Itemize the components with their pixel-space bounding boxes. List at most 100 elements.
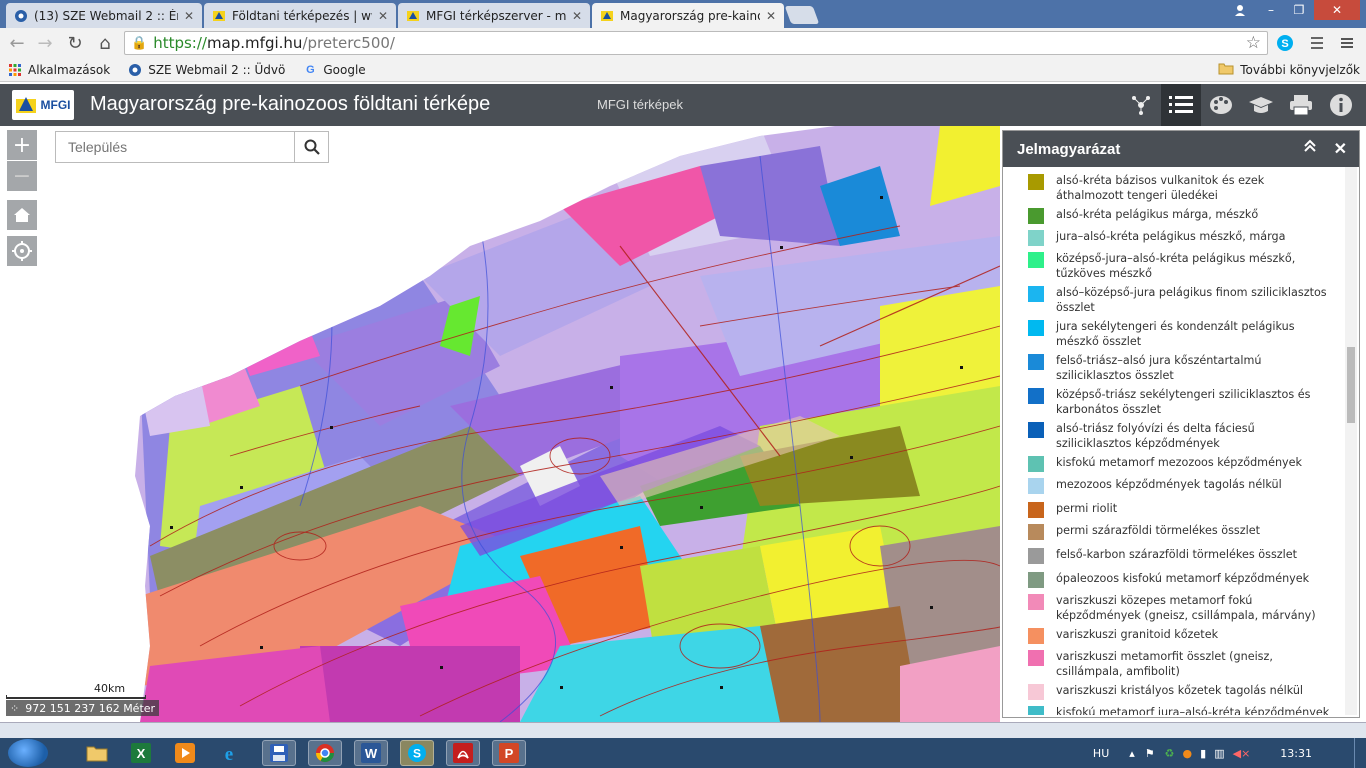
zoom-out-button[interactable]: − — [7, 161, 37, 191]
close-icon[interactable]: ✕ — [184, 9, 194, 23]
legend-label: kisfokú metamorf mezozoos képződmények — [1056, 456, 1303, 469]
bookmark-other-folder[interactable]: További könyvjelzők — [1218, 62, 1360, 78]
new-tab-button[interactable] — [784, 6, 820, 24]
home-extent-button[interactable] — [7, 200, 37, 230]
maximize-button[interactable]: ❐ — [1286, 0, 1312, 20]
chrome-icon[interactable] — [308, 740, 342, 766]
acrobat-icon[interactable] — [446, 740, 480, 766]
skype-icon[interactable]: S — [400, 740, 434, 766]
palette-icon[interactable] — [1201, 84, 1241, 126]
map-canvas[interactable]: + − 40km ⁘ 972 151 237 162 Méter Jelmagy… — [0, 126, 1366, 722]
tab-title: (13) SZE Webmail 2 :: Érke — [34, 8, 178, 23]
device-icon[interactable]: ▮ — [1200, 747, 1206, 760]
collapse-icon[interactable] — [1303, 139, 1317, 158]
legend-label: variszkuszi metamorfit összlet (gneisz, … — [1056, 650, 1273, 678]
legend-label: alsó-triász folyóvízi és delta fáciesű s… — [1056, 422, 1255, 450]
tab-prekainozoos[interactable]: Magyarország pre-kainoz ✕ — [592, 3, 784, 28]
skype-extension-icon[interactable]: S — [1274, 32, 1296, 54]
save-icon[interactable] — [262, 740, 296, 766]
legend-label: alsó-kréta pelágikus márga, mészkő — [1056, 208, 1259, 221]
forward-icon[interactable]: → — [34, 32, 56, 54]
locate-button[interactable] — [7, 236, 37, 266]
url-path: /preterc500/ — [302, 34, 395, 52]
clock[interactable]: 13:31 — [1280, 747, 1312, 760]
legend-swatch — [1028, 230, 1044, 246]
search-input[interactable] — [56, 132, 294, 162]
legend-swatch — [1028, 478, 1044, 494]
legend-item: variszkuszi közepes metamorf fokú képződ… — [1003, 593, 1333, 623]
legend-item: alsó–középső-jura pelágikus finom szilic… — [1003, 285, 1333, 315]
legend-label: felső-triász–alsó jura kőszéntartalmú sz… — [1056, 354, 1262, 382]
menu-icon[interactable] — [1336, 32, 1358, 54]
svg-text:W: W — [365, 746, 378, 761]
graduation-cap-icon[interactable] — [1241, 84, 1281, 126]
excel-icon[interactable]: X — [124, 740, 158, 766]
legend-swatch — [1028, 524, 1044, 540]
info-icon[interactable] — [1321, 84, 1361, 126]
app-header: MFGI Magyarország pre-kainozoos földtani… — [0, 84, 1366, 126]
legend-swatch — [1028, 548, 1044, 564]
minimize-button[interactable]: – — [1258, 0, 1284, 20]
language-indicator[interactable]: HU — [1093, 747, 1109, 760]
legend-label: felső-karbon szárazföldi törmelékes össz… — [1056, 548, 1298, 561]
close-icon[interactable]: ✕ — [1334, 139, 1347, 159]
explorer-icon[interactable] — [80, 740, 114, 766]
start-button[interactable] — [8, 739, 48, 767]
webmail-icon — [14, 9, 28, 23]
powerpoint-icon[interactable]: P — [492, 740, 526, 766]
coordinate-text: 972 151 237 162 Méter — [25, 701, 156, 715]
legend-swatch — [1028, 388, 1044, 404]
word-icon[interactable]: W — [354, 740, 388, 766]
layers-tree-icon[interactable] — [1121, 84, 1161, 126]
bookmark-google[interactable]: G Google — [303, 62, 366, 77]
tab-webmail[interactable]: (13) SZE Webmail 2 :: Érke ✕ — [6, 3, 202, 28]
network-icon[interactable]: ▥ — [1214, 747, 1224, 760]
legend-item: felső-karbon szárazföldi törmelékes össz… — [1003, 547, 1333, 564]
ie-icon[interactable]: e — [212, 740, 246, 766]
legend-list-icon[interactable] — [1161, 84, 1201, 126]
mfgi-icon — [406, 9, 420, 23]
flag-icon[interactable]: ⚑ — [1145, 747, 1155, 760]
bookmark-label: Google — [323, 62, 366, 77]
close-icon[interactable]: ✕ — [766, 9, 776, 23]
settlement-search — [55, 131, 329, 163]
tab-terkepszerver[interactable]: MFGI térképszerver - min ✕ — [398, 3, 590, 28]
address-bar[interactable]: 🔒 https:// map.mfgi.hu /preterc500/ ☆ — [124, 31, 1268, 55]
legend-panel: Jelmagyarázat ✕ alsó-kréta bázisos vulka… — [1002, 130, 1360, 718]
show-desktop-button[interactable] — [1354, 738, 1366, 768]
app-title: Magyarország pre-kainozoos földtani térk… — [90, 93, 491, 115]
legend-swatch — [1028, 502, 1044, 518]
user-icon[interactable] — [1226, 0, 1254, 20]
bookmark-webmail[interactable]: SZE Webmail 2 :: Üdvö — [128, 63, 285, 77]
svg-text:S: S — [413, 747, 421, 761]
tray-expand-icon[interactable]: ▴ — [1129, 747, 1135, 760]
recycle-icon[interactable]: ♻ — [1165, 747, 1175, 760]
zoom-in-button[interactable]: + — [7, 130, 37, 160]
legend-item: középső-jura–alsó-kréta pelágikus mészkő… — [1003, 251, 1333, 281]
home-icon[interactable]: ⌂ — [94, 32, 116, 54]
extension-icon[interactable] — [1306, 32, 1328, 54]
legend-label: jura–alsó-kréta pelágikus mészkő, márga — [1056, 230, 1286, 243]
tab-title: MFGI térképszerver - min — [426, 8, 566, 23]
scrollbar-thumb[interactable] — [1347, 347, 1355, 423]
print-icon[interactable] — [1281, 84, 1321, 126]
avast-icon[interactable]: ● — [1183, 747, 1193, 760]
back-icon[interactable]: ← — [6, 32, 28, 54]
close-icon[interactable]: ✕ — [572, 9, 582, 23]
legend-item: jura sekélytengeri és kondenzált pelágik… — [1003, 319, 1333, 349]
media-icon[interactable] — [168, 740, 202, 766]
search-icon — [304, 139, 320, 155]
bookmark-apps[interactable]: Alkalmazások — [8, 63, 110, 77]
volume-muted-icon[interactable]: ◀× — [1233, 747, 1251, 760]
bookmark-star-icon[interactable]: ☆ — [1246, 33, 1261, 53]
scale-bar-line — [6, 695, 146, 699]
legend-label: alsó-kréta bázisos vulkanitok és ezek át… — [1056, 174, 1265, 202]
reload-icon[interactable]: ↻ — [64, 32, 86, 54]
tab-foldtani[interactable]: Földtani térképezés | www ✕ — [204, 3, 396, 28]
app-subtitle-link[interactable]: MFGI térképek — [597, 97, 683, 112]
legend-scrollbar[interactable] — [1345, 167, 1357, 715]
close-icon[interactable]: ✕ — [378, 9, 388, 23]
search-button[interactable] — [294, 132, 328, 162]
close-window-button[interactable]: ✕ — [1314, 0, 1360, 20]
legend-swatch — [1028, 456, 1044, 472]
